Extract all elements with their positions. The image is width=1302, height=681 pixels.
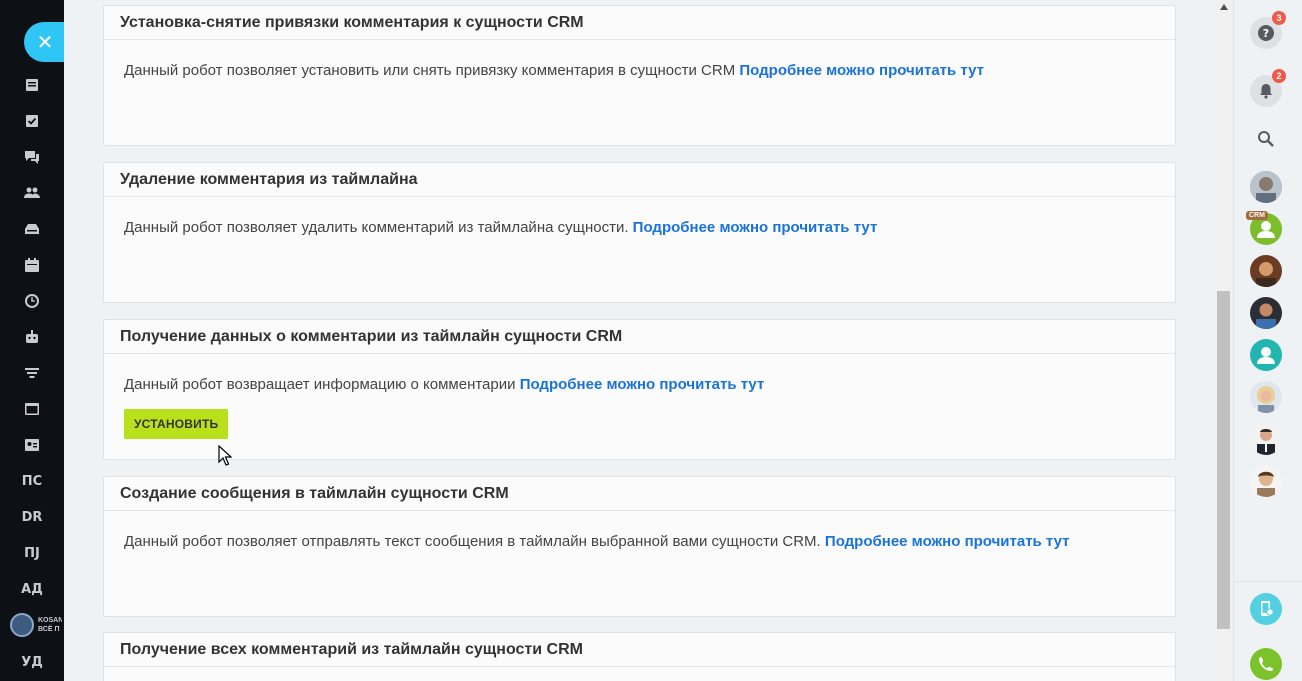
- window-icon[interactable]: [0, 391, 64, 427]
- robot-card: Получение всех комментарий из таймлайн с…: [103, 632, 1176, 681]
- card-title: Установка-снятие привязки комментария к …: [104, 6, 1175, 40]
- brand-logo: [10, 613, 34, 637]
- robot-card: Получение данных о комментарии из таймла…: [103, 319, 1176, 460]
- card-title: Получение данных о комментарии из таймла…: [104, 320, 1175, 354]
- mouse-cursor-icon: [218, 445, 232, 466]
- install-button[interactable]: УСТАНОВИТЬ: [124, 409, 229, 439]
- tasks-icon[interactable]: [0, 103, 64, 139]
- help-badge: 3: [1272, 11, 1286, 25]
- sidebar-item-label: DR: [21, 509, 43, 525]
- sidebar-item-label: УД: [21, 654, 43, 670]
- avatar[interactable]: [1250, 381, 1282, 413]
- more-info-link[interactable]: Подробнее можно прочитать тут: [825, 533, 1070, 550]
- avatar[interactable]: [1250, 297, 1282, 329]
- call-button[interactable]: [1250, 648, 1282, 680]
- card-description: Данный робот позволяет установить или сн…: [104, 40, 1175, 79]
- more-info-link[interactable]: Подробнее можно прочитать тут: [633, 219, 878, 236]
- brand-text: KOSAN ВСЁ П: [38, 617, 62, 633]
- calendar-icon[interactable]: [0, 247, 64, 283]
- close-icon: ✕: [36, 30, 54, 54]
- card-title: Получение всех комментарий из таймлайн с…: [104, 633, 1175, 667]
- vertical-scrollbar[interactable]: [1215, 0, 1233, 681]
- sidebar-item-label: АД: [21, 581, 43, 597]
- help-icon: ?: [1258, 25, 1274, 41]
- close-slider-button[interactable]: ✕: [24, 22, 66, 62]
- chat-icon[interactable]: [0, 139, 64, 175]
- notifications-badge: 2: [1272, 69, 1286, 83]
- feed-icon[interactable]: [0, 67, 64, 103]
- card-title: Удаление комментария из таймлайна: [104, 163, 1175, 197]
- avatar[interactable]: [1250, 255, 1282, 287]
- card-text: Данный робот позволяет отправлять текст …: [124, 533, 821, 550]
- panel-divider: [1234, 581, 1302, 582]
- search-icon: [1258, 131, 1274, 147]
- sidebar-brand[interactable]: KOSAN ВСЁ П: [10, 613, 62, 637]
- robot-icon[interactable]: [0, 319, 64, 355]
- help-button[interactable]: ? 3: [1250, 11, 1286, 49]
- card-text: Данный робот возвращает информацию о ком…: [124, 376, 516, 393]
- left-sidebar: ПС DR ПJ АД KOSAN ВСЁ П УД: [0, 0, 64, 681]
- more-info-link[interactable]: Подробнее можно прочитать тут: [520, 376, 765, 393]
- notifications-button[interactable]: 2: [1250, 69, 1286, 107]
- svg-text:?: ?: [1263, 27, 1269, 40]
- avatar[interactable]: [1250, 171, 1282, 203]
- groups-icon[interactable]: [0, 175, 64, 211]
- sidebar-item-ad[interactable]: АД: [0, 571, 64, 607]
- robot-card: Удаление комментария из таймлайна Данный…: [103, 162, 1176, 303]
- robot-card: Установка-снятие привязки комментария к …: [103, 5, 1176, 146]
- avatar[interactable]: [1250, 465, 1282, 497]
- sidebar-item-label: ПJ: [24, 545, 40, 561]
- contact-card-icon[interactable]: [0, 427, 64, 463]
- user-icon: [1257, 347, 1275, 364]
- right-panel: ? 3 2 CRM: [1233, 0, 1302, 681]
- phone-app-icon: [1261, 601, 1274, 616]
- avatar[interactable]: [1250, 339, 1282, 371]
- avatar[interactable]: [1250, 423, 1282, 455]
- mobile-app-button[interactable]: [1250, 593, 1282, 625]
- card-description: Данный робот возвращает информацию о ком…: [104, 354, 1175, 439]
- bell-icon: [1260, 84, 1272, 99]
- sidebar-item-label: ПС: [21, 473, 43, 489]
- card-text: Данный робот позволяет установить или сн…: [124, 62, 736, 79]
- robot-card: Создание сообщения в таймлайн сущности C…: [103, 476, 1176, 617]
- main-content: Установка-снятие привязки комментария к …: [64, 0, 1215, 681]
- scroll-up-arrow-icon[interactable]: [1220, 4, 1228, 10]
- clock-icon[interactable]: [0, 283, 64, 319]
- filter-icon[interactable]: [0, 355, 64, 391]
- more-info-link[interactable]: Подробнее можно прочитать тут: [739, 62, 984, 79]
- sidebar-item-ps[interactable]: ПС: [0, 463, 64, 499]
- drive-icon[interactable]: [0, 211, 64, 247]
- card-title: Создание сообщения в таймлайн сущности C…: [104, 477, 1175, 511]
- scrollbar-thumb[interactable]: [1217, 291, 1230, 629]
- search-button[interactable]: [1250, 123, 1282, 155]
- sidebar-item-ud[interactable]: УД: [0, 644, 64, 680]
- crm-tag: CRM: [1246, 211, 1268, 220]
- phone-icon: [1259, 657, 1273, 671]
- sidebar-item-dr[interactable]: DR: [0, 499, 64, 535]
- card-description: Данный робот позволяет удалить комментар…: [104, 197, 1175, 236]
- sidebar-item-pj[interactable]: ПJ: [0, 535, 64, 571]
- card-text: Данный робот позволяет удалить комментар…: [124, 219, 629, 236]
- card-description: Данный робот позволяет отправлять текст …: [104, 511, 1175, 550]
